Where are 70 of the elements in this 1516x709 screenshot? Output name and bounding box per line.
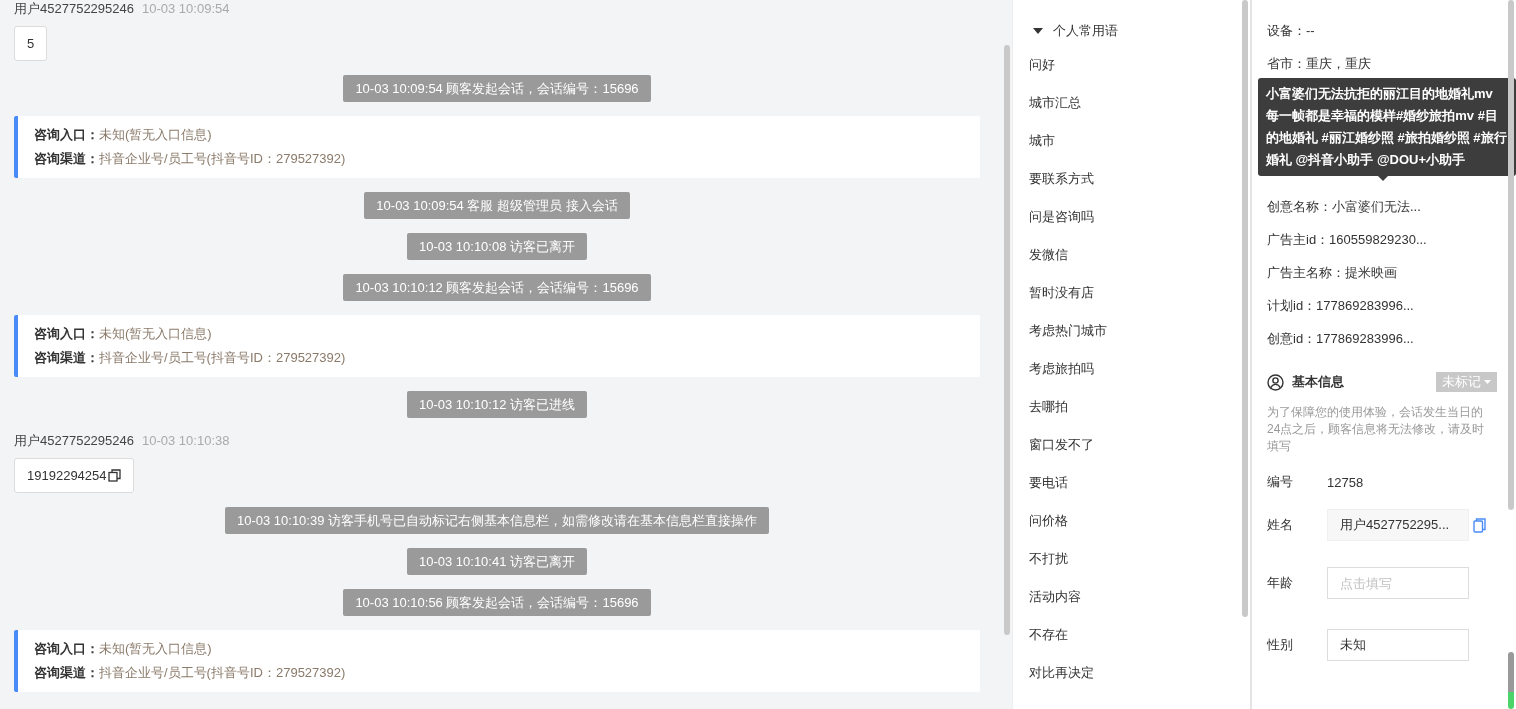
system-notice: 10-03 10:10:39 访客手机号已自动标记右侧基本信息栏，如需修改请在基本信息栏直接操作 bbox=[224, 507, 770, 534]
system-notice: 10-03 10:09:54 客服 超级管理员 接入会话 bbox=[364, 192, 630, 219]
system-notice: 10-03 10:10:41 访客已离开 bbox=[406, 548, 588, 575]
info-value: 未知(暂无入口信息) bbox=[99, 127, 212, 142]
scrollbar[interactable] bbox=[1242, 0, 1248, 617]
input-field[interactable]: 点击填写 bbox=[1327, 567, 1469, 599]
info-row-text: 省市：重庆，重庆 bbox=[1267, 55, 1372, 73]
scrollbar[interactable] bbox=[1508, 0, 1514, 510]
phrase-item[interactable]: 问价格 bbox=[1013, 502, 1250, 540]
phrase-item[interactable]: 考虑热门城市 bbox=[1013, 312, 1250, 350]
info-label: 咨询入口： bbox=[34, 641, 99, 656]
info-value: 抖音企业号/员工号(抖音号ID：279527392) bbox=[99, 151, 346, 166]
field-value: 12758 bbox=[1327, 474, 1364, 490]
section-title: 基本信息 bbox=[1292, 373, 1345, 391]
info-value: 抖音企业号/员工号(抖音号ID：279527392) bbox=[99, 350, 346, 365]
info-value: 未知(暂无入口信息) bbox=[99, 641, 212, 656]
system-notice: 10-03 10:10:08 访客已离开 bbox=[406, 233, 588, 260]
phrase-item[interactable]: 不打扰 bbox=[1013, 540, 1250, 578]
user-icon bbox=[1267, 373, 1284, 391]
phrase-item[interactable]: 城市 bbox=[1013, 122, 1250, 160]
field-label: 姓名 bbox=[1267, 516, 1294, 534]
phrase-item[interactable]: 要联系方式 bbox=[1013, 160, 1250, 198]
phrase-group-header[interactable]: 个人常用语 bbox=[1013, 20, 1250, 42]
tooltip: 小富婆们无法抗拒的丽江目的地婚礼mv 每一帧都是幸福的模样#婚纱旅拍mv #目的地婚礼 #丽江婚纱照 #旅拍婚纱照 #旅行婚礼 @抖音小助手 @DOU+小助手 bbox=[1258, 78, 1516, 176]
copy-icon[interactable] bbox=[107, 469, 121, 482]
system-notice: 10-03 10:10:12 访客已进线 bbox=[406, 391, 588, 418]
field-label: 年龄 bbox=[1267, 574, 1294, 592]
info-row-text: 创意id：177869283996... bbox=[1267, 330, 1415, 348]
field-label: 性别 bbox=[1267, 636, 1294, 654]
sender-name: 用户4527752295246 bbox=[14, 432, 134, 450]
info-value: 未知(暂无入口信息) bbox=[99, 326, 212, 341]
message-text: 5 bbox=[27, 36, 35, 51]
phrase-item[interactable]: 城市汇总 bbox=[1013, 84, 1250, 122]
field-label: 编号 bbox=[1267, 473, 1294, 491]
phrase-item[interactable]: 对比再决定 bbox=[1013, 654, 1250, 692]
phrase-item[interactable]: 不存在 bbox=[1013, 616, 1250, 654]
scrollbar[interactable] bbox=[1004, 45, 1010, 635]
info-row-text: 计划id：177869283996... bbox=[1267, 297, 1415, 315]
sender-name: 用户4527752295246 bbox=[14, 0, 134, 18]
phrase-item[interactable]: 暂时没有店 bbox=[1013, 274, 1250, 312]
phrase-item[interactable]: 发微信 bbox=[1013, 236, 1250, 274]
info-label: 咨询入口： bbox=[34, 326, 99, 341]
input-field[interactable]: 未知 bbox=[1327, 629, 1469, 661]
info-value: 抖音企业号/员工号(抖音号ID：279527392) bbox=[99, 665, 346, 680]
phrase-item[interactable]: 考虑旅拍吗 bbox=[1013, 350, 1250, 388]
message-time: 10-03 10:09:54 bbox=[142, 0, 230, 18]
tooltip-arrow bbox=[1378, 176, 1388, 181]
phrase-item[interactable]: 问好 bbox=[1013, 46, 1250, 84]
system-notice: 10-03 10:09:54 顾客发起会话，会话编号：15696 bbox=[343, 75, 651, 102]
message-time: 10-03 10:10:38 bbox=[142, 432, 230, 450]
phrase-item[interactable]: 要电话 bbox=[1013, 464, 1250, 502]
info-label: 咨询渠道： bbox=[34, 665, 99, 680]
info-row-text: 广告主名称：提米映画 bbox=[1267, 264, 1398, 282]
name-field[interactable]: 用户4527752295... bbox=[1327, 509, 1469, 541]
phrase-item[interactable]: 问是咨询吗 bbox=[1013, 198, 1250, 236]
system-notice: 10-03 10:10:12 顾客发起会话，会话编号：15696 bbox=[343, 274, 651, 301]
info-row-text: 创意名称：小富婆们无法... bbox=[1267, 198, 1422, 216]
system-notice: 10-03 10:10:56 顾客发起会话，会话编号：15696 bbox=[343, 589, 651, 616]
info-label: 咨询入口： bbox=[34, 127, 99, 142]
info-row-text: 设备：-- bbox=[1267, 22, 1316, 40]
message-text: 19192294254 bbox=[27, 468, 107, 483]
info-label: 咨询渠道： bbox=[34, 151, 99, 166]
info-label: 咨询渠道： bbox=[34, 350, 99, 365]
notice-text: 为了保障您的使用体验，会话发生当日的24点之后，顾客信息将无法修改，请及时填写 bbox=[1267, 404, 1486, 455]
phrase-item[interactable]: 去哪拍 bbox=[1013, 388, 1250, 426]
info-row-text: 广告主id：160559829230... bbox=[1267, 231, 1428, 249]
phrase-item[interactable]: 窗口发不了 bbox=[1013, 426, 1250, 464]
caret-icon bbox=[1484, 380, 1491, 384]
phrase-item[interactable]: 活动内容 bbox=[1013, 578, 1250, 616]
scrollbar[interactable] bbox=[1508, 652, 1514, 709]
